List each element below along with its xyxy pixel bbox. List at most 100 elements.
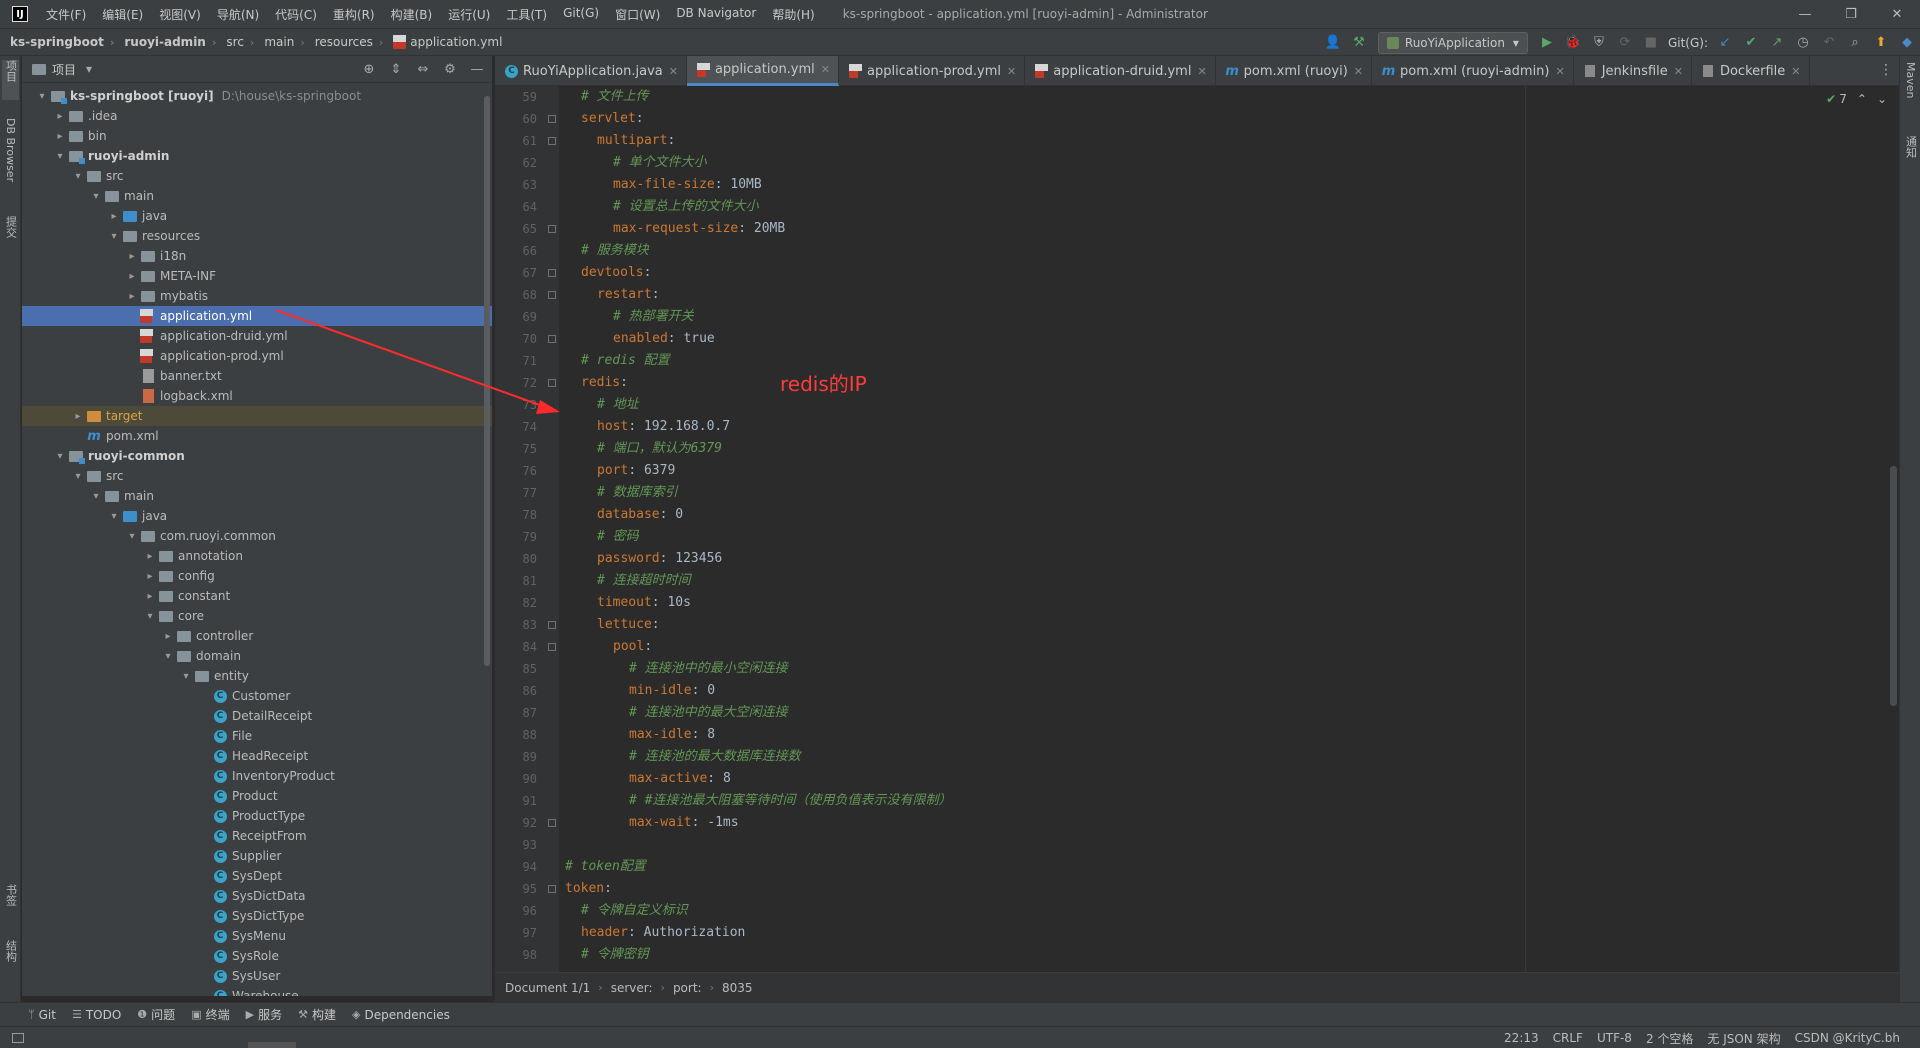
code-editor[interactable]: 59 # 文件上传 60 servlet: 61 multipart: 62 # 单个文件大小…	[495, 86, 1899, 972]
menu-item[interactable]: Git(G)	[555, 6, 607, 23]
breadcrumb-port-value[interactable]: 8035	[722, 981, 753, 995]
fold-marker-icon[interactable]	[548, 621, 556, 629]
tree-node[interactable]: ▾ java	[22, 506, 492, 526]
editor-tab[interactable]: m pom.xml (ruoyi) ✕	[1216, 56, 1372, 86]
expand-all-icon[interactable]: ⇕	[385, 62, 407, 77]
db-browser-tool-button[interactable]: DB Browser	[2, 118, 19, 198]
project-tree-scrollbar[interactable]	[484, 96, 490, 666]
fold-marker-icon[interactable]	[548, 291, 556, 299]
status-item[interactable]: UTF-8	[1597, 1031, 1632, 1045]
chevron-down-icon[interactable]: ▾	[178, 671, 194, 682]
breadcrumb-server[interactable]: server:	[611, 981, 653, 995]
tool-window-button[interactable]: ◈ Dependencies	[352, 1008, 450, 1022]
menu-item[interactable]: DB Navigator	[668, 6, 764, 23]
status-item[interactable]: 2 个空格	[1646, 1030, 1693, 1047]
tree-node[interactable]: C SysUser	[22, 966, 492, 986]
editor-tab[interactable]: application-prod.yml ✕	[839, 56, 1026, 86]
close-tab-icon[interactable]: ✕	[1791, 65, 1800, 78]
tree-node[interactable]: ▸ controller	[22, 626, 492, 646]
tree-node[interactable]: ▾ main	[22, 186, 492, 206]
tree-node[interactable]: ▾ src	[22, 466, 492, 486]
chevron-right-icon[interactable]: ▸	[142, 551, 158, 562]
menu-item[interactable]: 构建(B)	[383, 6, 441, 23]
profiler-icon[interactable]: ⟳	[1614, 32, 1636, 54]
git-push-icon[interactable]: ↗	[1766, 32, 1788, 54]
chevron-right-icon[interactable]: ▸	[124, 251, 140, 262]
tree-node[interactable]: C ProductType	[22, 806, 492, 826]
git-commit-icon[interactable]: ✔	[1740, 32, 1762, 54]
close-tab-icon[interactable]: ✕	[1007, 65, 1016, 78]
project-tool-button[interactable]: 项目	[2, 60, 19, 100]
close-tab-icon[interactable]: ✕	[1197, 65, 1206, 78]
tree-node[interactable]: C DetailReceipt	[22, 706, 492, 726]
chevron-down-icon[interactable]: ▾	[106, 511, 122, 522]
structure-tool-button[interactable]: 结构	[2, 940, 19, 980]
chevron-right-icon[interactable]: ▸	[52, 111, 68, 122]
tree-node[interactable]: ▾ ks-springboot [ruoyi] D:\house\ks-spring…	[22, 86, 492, 106]
gear-icon[interactable]: ⚙	[439, 62, 461, 77]
more-tabs-icon[interactable]: ⋮	[1879, 62, 1893, 78]
rollback-icon[interactable]: ↶	[1818, 32, 1840, 54]
status-item[interactable]: CRLF	[1553, 1031, 1583, 1045]
fold-marker-icon[interactable]	[548, 379, 556, 387]
tree-node[interactable]: ▾ src	[22, 166, 492, 186]
tool-window-button[interactable]: ❶ 问题	[137, 1006, 175, 1023]
chevron-right-icon[interactable]: ▸	[52, 131, 68, 142]
tree-node[interactable]: ▾ resources	[22, 226, 492, 246]
tree-node[interactable]: C Supplier	[22, 846, 492, 866]
close-tab-icon[interactable]: ✕	[1354, 65, 1363, 78]
close-tab-icon[interactable]: ✕	[1556, 65, 1565, 78]
tree-node[interactable]: ▾ com.ruoyi.common	[22, 526, 492, 546]
chevron-down-icon[interactable]: ▾	[52, 451, 68, 462]
chevron-right-icon[interactable]: ▸	[70, 411, 86, 422]
breadcrumb-resources[interactable]: resources ›	[305, 35, 384, 49]
close-tab-icon[interactable]: ✕	[669, 65, 678, 78]
minimize-icon[interactable]: —	[1782, 0, 1828, 28]
tree-node[interactable]: ▸ target	[22, 406, 492, 426]
close-window-icon[interactable]: ✕	[1874, 0, 1920, 28]
editor-tab[interactable]: C RuoYiApplication.java ✕	[495, 56, 687, 86]
tree-node[interactable]: C ReceiptFrom	[22, 826, 492, 846]
commit-tool-button[interactable]: 提交	[2, 216, 19, 256]
breadcrumb-document[interactable]: Document 1/1	[505, 981, 590, 995]
tree-node[interactable]: ▸ java	[22, 206, 492, 226]
fold-marker-icon[interactable]	[548, 137, 556, 145]
fold-marker-icon[interactable]	[548, 885, 556, 893]
fold-marker-icon[interactable]	[548, 819, 556, 827]
tree-node[interactable]: C Product	[22, 786, 492, 806]
breadcrumb-main[interactable]: main ›	[254, 35, 304, 49]
git-update-icon[interactable]: ↙	[1714, 32, 1736, 54]
tree-node[interactable]: C SysDictData	[22, 886, 492, 906]
chevron-right-icon[interactable]: ▸	[160, 631, 176, 642]
tree-node[interactable]: m pom.xml	[22, 426, 492, 446]
close-tab-icon[interactable]: ✕	[821, 63, 830, 76]
breadcrumb-module[interactable]: ruoyi-admin ›	[114, 35, 216, 49]
project-panel-title[interactable]: 项目	[52, 61, 76, 78]
tree-node[interactable]: C InventoryProduct	[22, 766, 492, 786]
maven-tool-button[interactable]: Maven	[1902, 62, 1919, 122]
tree-node[interactable]: ▸ config	[22, 566, 492, 586]
breadcrumb-port[interactable]: port:	[673, 981, 702, 995]
restore-icon[interactable]: ❐	[1828, 0, 1874, 28]
tool-window-button[interactable]: ▶ 服务	[246, 1006, 282, 1023]
chevron-down-icon[interactable]: ▾	[160, 651, 176, 662]
tree-node[interactable]: ▸ META-INF	[22, 266, 492, 286]
tree-node[interactable]: C SysDept	[22, 866, 492, 886]
layout-icon[interactable]	[12, 1032, 24, 1043]
chevron-right-icon[interactable]: ▸	[124, 271, 140, 282]
coverage-icon[interactable]: ⛨	[1588, 32, 1610, 54]
editor-tab[interactable]: Dockerfile ✕	[1692, 56, 1810, 86]
tree-node[interactable]: C SysMenu	[22, 926, 492, 946]
tree-node[interactable]: ▾ core	[22, 606, 492, 626]
fold-marker-icon[interactable]	[548, 643, 556, 651]
editor-tab[interactable]: application-druid.yml ✕	[1025, 56, 1216, 86]
chevron-down-icon[interactable]: ▾	[142, 611, 158, 622]
tree-node[interactable]: ▾ entity	[22, 666, 492, 686]
locate-file-icon[interactable]: ⊕	[358, 62, 380, 77]
tree-node[interactable]: C SysRole	[22, 946, 492, 966]
chevron-down-icon[interactable]: ▾	[88, 191, 104, 202]
tree-node[interactable]: C SysDictType	[22, 906, 492, 926]
tree-node[interactable]: banner.txt	[22, 366, 492, 386]
tool-window-button[interactable]: ☰ TODO	[72, 1008, 121, 1022]
tree-node[interactable]: ▾ ruoyi-common	[22, 446, 492, 466]
